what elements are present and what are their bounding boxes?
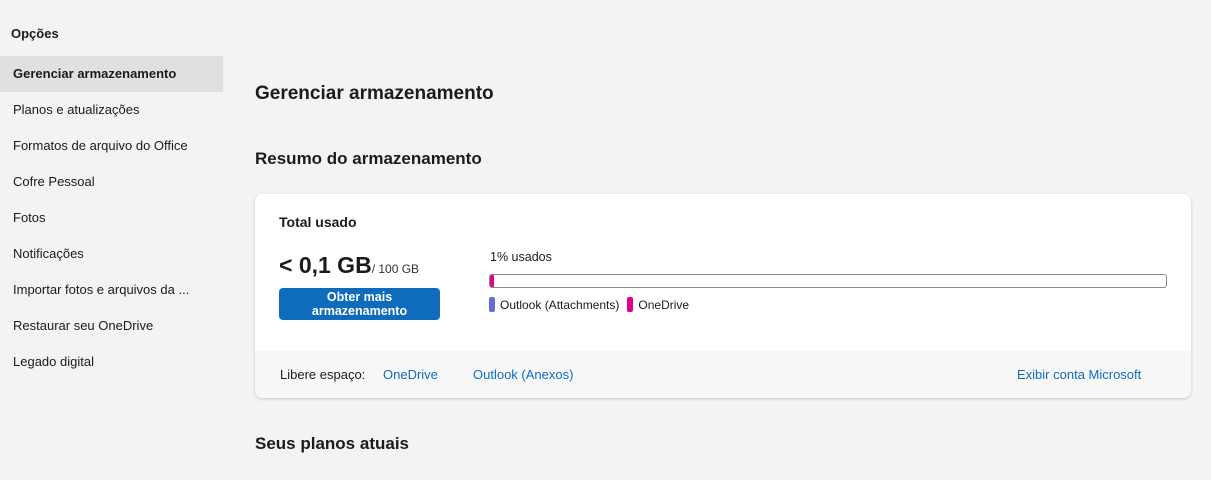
sidebar-item-notificacoes[interactable]: Notificações <box>0 236 223 272</box>
legend-swatch-outlook <box>489 297 495 312</box>
storage-summary-card: Total usado < 0,1 GB/ 100 GB Obter mais … <box>255 194 1191 398</box>
legend-item-onedrive: OneDrive <box>627 297 689 312</box>
sidebar: Opções Gerenciar armazenamento Planos e … <box>0 0 223 480</box>
used-amount: < 0,1 GB/ 100 GB <box>279 252 419 279</box>
sidebar-item-planos-e-atualizacoes[interactable]: Planos e atualizações <box>0 92 223 128</box>
sidebar-item-restaurar-onedrive[interactable]: Restaurar seu OneDrive <box>0 308 223 344</box>
storage-usage-bar <box>489 274 1167 288</box>
sidebar-item-fotos[interactable]: Fotos <box>0 200 223 236</box>
legend-label-onedrive: OneDrive <box>638 297 690 312</box>
free-space-label: Libere espaço: <box>280 367 366 382</box>
usage-segment-onedrive <box>490 275 494 287</box>
sidebar-item-formatos-de-arquivo[interactable]: Formatos de arquivo do Office <box>0 128 223 164</box>
sidebar-item-cofre-pessoal[interactable]: Cofre Pessoal <box>0 164 223 200</box>
sidebar-header: Opções <box>11 26 59 41</box>
main-content: Gerenciar armazenamento Resumo do armaze… <box>255 0 1191 480</box>
used-value: < 0,1 GB <box>279 252 372 278</box>
view-microsoft-account-link[interactable]: Exibir conta Microsoft <box>1017 367 1141 382</box>
total-capacity: / 100 GB <box>371 262 420 276</box>
sidebar-item-legado-digital[interactable]: Legado digital <box>0 344 223 380</box>
free-space-footer: Libere espaço: OneDrive Outlook (Anexos)… <box>255 351 1191 398</box>
free-space-onedrive-link[interactable]: OneDrive <box>383 367 438 382</box>
current-plans-heading: Seus planos atuais <box>255 434 409 453</box>
sidebar-item-gerenciar-armazenamento[interactable]: Gerenciar armazenamento <box>0 56 223 92</box>
get-more-storage-button[interactable]: Obter mais armazenamento <box>279 288 440 320</box>
usage-percent-label: 1% usados <box>490 250 552 264</box>
usage-legend: Outlook (Attachments) OneDrive <box>489 297 697 312</box>
page-title: Gerenciar armazenamento <box>255 83 494 104</box>
total-used-title: Total usado <box>279 214 357 230</box>
sidebar-item-importar-fotos[interactable]: Importar fotos e arquivos da ... <box>0 272 223 308</box>
legend-label-outlook: Outlook (Attachments) <box>500 297 620 312</box>
free-space-outlook-link[interactable]: Outlook (Anexos) <box>473 367 573 382</box>
sidebar-nav: Gerenciar armazenamento Planos e atualiz… <box>0 56 223 380</box>
legend-swatch-onedrive <box>627 297 634 312</box>
storage-summary-heading: Resumo do armazenamento <box>255 149 482 168</box>
legend-item-outlook: Outlook (Attachments) <box>489 297 619 312</box>
